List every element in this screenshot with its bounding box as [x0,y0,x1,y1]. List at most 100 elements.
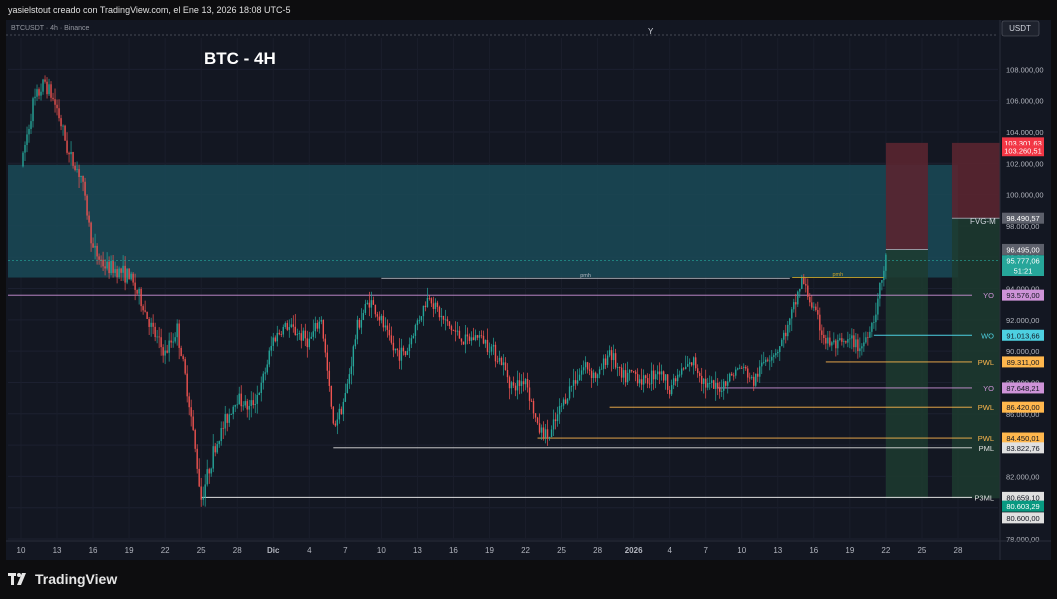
candle-body [642,375,645,385]
candle-body [761,362,763,367]
candle-body [632,371,635,373]
candle-body [863,342,865,347]
candle-body [278,332,280,335]
candle-body [272,337,274,346]
candle-body [582,367,585,371]
candle-body [64,125,66,141]
candle-body [264,372,266,374]
candle-body [110,260,112,274]
y-tick-label: 104.000,00 [1006,128,1044,137]
candle-body [172,341,174,343]
candle-body [466,334,469,337]
candle-body [146,311,148,319]
candle-body [388,329,391,336]
candle-body [825,337,827,344]
level-price-value: 89.311,00 [1007,358,1040,367]
candle-body [711,380,713,383]
candle-body [320,319,323,322]
candle-body [134,282,136,290]
candle-body [298,333,300,335]
candle-body [308,338,310,348]
candle-body [789,318,791,325]
candle-body [484,339,487,344]
candle-body [757,373,759,377]
candle-body [604,358,607,365]
candle-body [729,373,731,382]
candle-body [765,359,767,362]
candle-body [568,386,571,399]
tradingview-brand: TradingView [35,571,118,587]
candle-body [867,337,869,339]
candle-body [270,345,272,351]
candle-body [831,342,833,346]
candle-body [851,335,853,339]
candle-body [482,335,485,344]
candle-body [52,97,54,100]
chart-panel[interactable]: YO WO PWL YO PWL PWL PML P3ML pmh pmh FVG-M BTCUS… [6,20,1051,560]
candle-body [514,385,517,391]
x-tick-label: 16 [89,546,98,555]
candle-body [532,400,535,414]
x-tick-label: 19 [845,546,854,555]
x-tick-label: 19 [485,546,494,555]
candle-body [234,404,236,407]
candle-body [76,169,78,170]
candle-body [328,370,331,386]
candle-body [612,353,615,361]
candle-body [735,369,737,376]
candle-body [412,335,415,339]
candle-body [32,98,34,122]
candle-body [292,324,294,327]
candle-body [847,339,849,343]
candle-body [660,371,663,375]
candle-body [885,254,887,271]
candle-body [654,374,657,380]
candle-body [690,362,693,366]
candle-body [34,96,36,99]
candle-body [843,341,845,342]
candle-body [536,417,539,424]
candle-body [819,314,821,331]
x-tick-label: 4 [307,546,312,555]
candle-body [813,306,815,308]
candle-body [344,392,347,402]
price-tag-value: 51:21 [1014,266,1033,275]
candle-body [326,352,329,371]
candle-body [216,444,218,453]
candle-body [835,340,837,349]
candle-body [188,396,190,408]
candle-body [334,423,337,426]
candle-body [849,338,851,340]
candle-body [648,383,651,385]
candle-body [106,261,108,269]
candlestick-chart[interactable]: YOWOPWLYOPWLPWLPMLP3ML pmh pmhFVG-M BTCUS… [6,20,1051,560]
candle-body [44,79,46,82]
tradingview-logo[interactable]: TradingView [8,571,117,587]
candle-body [769,360,771,362]
candle-body [574,380,577,384]
candle-body [366,302,369,304]
candle-body [148,318,150,327]
candle-body [865,337,867,343]
candle-body [40,91,42,96]
candle-body [318,321,321,329]
candle-body [444,319,447,321]
x-tick-label: 10 [17,546,26,555]
annotation-label: pmh [580,273,591,279]
candle-body [486,339,489,352]
candle-body [530,400,533,402]
level-label: PWL [978,358,994,367]
level-label: WO [981,331,994,340]
candle-body [620,367,623,378]
x-tick-label: 19 [125,546,134,555]
candle-body [312,331,315,337]
candle-body [178,323,180,348]
candle-body [602,358,605,369]
candle-body [717,382,719,389]
candle-body [809,296,811,303]
price-tag-value: 80.600,00 [1006,514,1039,523]
header-caption: yasielstout creado con TradingView.com, … [8,5,291,15]
candle-body [678,374,681,376]
zone-fvg [8,164,958,278]
candle-body [755,373,757,386]
